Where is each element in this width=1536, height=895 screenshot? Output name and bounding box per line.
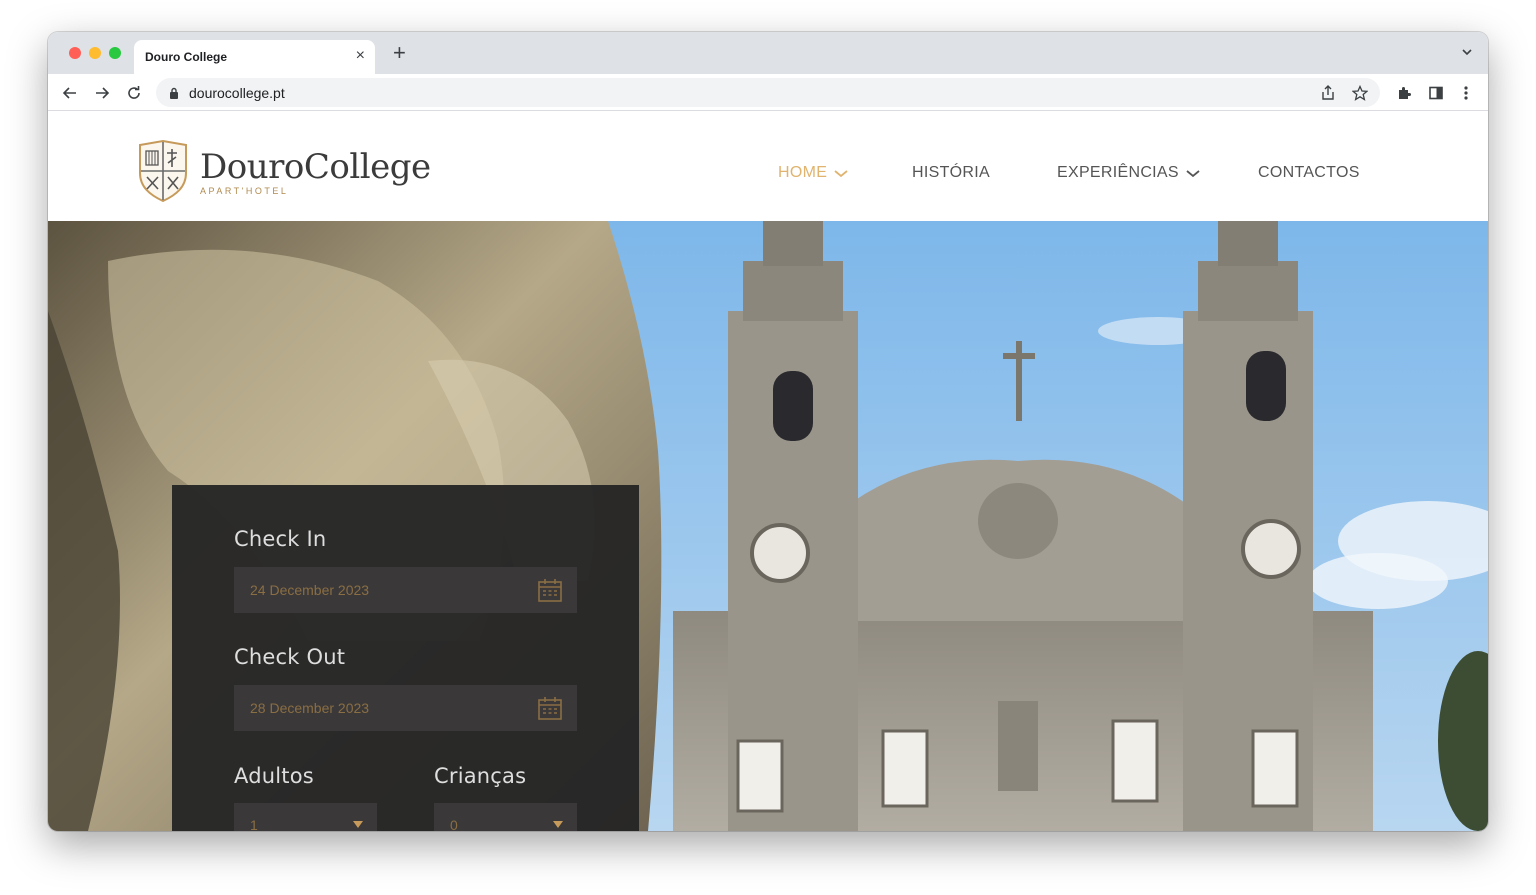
- zoom-window-button[interactable]: [109, 47, 121, 59]
- nav-historia-label: HISTÓRIA: [912, 164, 990, 181]
- extensions-puzzle-icon[interactable]: [1394, 83, 1414, 103]
- booking-form: Check In 24 December 2023 Check Out 28 D…: [172, 485, 639, 831]
- site-header: DouroCollege APART'HOTEL HOME HISTÓRIA E…: [48, 111, 1488, 221]
- back-arrow-icon[interactable]: [60, 83, 80, 103]
- nav-contactos-label: CONTACTOS: [1258, 164, 1360, 181]
- browser-window: Douro College × + dourocollege.pt DouroC…: [48, 32, 1488, 831]
- share-icon[interactable]: [1319, 84, 1337, 102]
- tab-strip: Douro College × +: [48, 32, 1488, 74]
- adults-label: Adultos: [234, 764, 314, 788]
- calendar-icon[interactable]: [537, 577, 563, 603]
- chevron-down-icon: [834, 170, 848, 178]
- check-out-value: 28 December 2023: [250, 700, 370, 716]
- kebab-menu-icon[interactable]: [1456, 83, 1476, 103]
- check-in-value: 24 December 2023: [250, 582, 370, 598]
- nav-contactos[interactable]: CONTACTOS: [1258, 164, 1360, 182]
- minimize-window-button[interactable]: [89, 47, 101, 59]
- logo-wordmark[interactable]: DouroCollege: [200, 147, 431, 187]
- check-in-label: Check In: [234, 527, 327, 551]
- browser-toolbar: dourocollege.pt: [48, 74, 1488, 111]
- caret-down-icon: [553, 821, 563, 829]
- close-window-button[interactable]: [69, 47, 81, 59]
- children-value: 0: [450, 817, 458, 831]
- forward-arrow-icon[interactable]: [92, 83, 112, 103]
- side-panel-icon[interactable]: [1426, 83, 1446, 103]
- chevron-down-icon: [1186, 170, 1200, 178]
- check-in-input[interactable]: 24 December 2023: [234, 567, 577, 613]
- nav-experiencias[interactable]: EXPERIÊNCIAS: [1057, 164, 1201, 182]
- caret-down-icon: [353, 821, 363, 829]
- tab-search-chevron-icon[interactable]: [1460, 45, 1474, 64]
- new-tab-button[interactable]: +: [393, 42, 406, 64]
- tab-close-icon[interactable]: ×: [356, 47, 365, 65]
- children-select[interactable]: 0: [434, 803, 577, 831]
- logo-crest-icon[interactable]: [136, 139, 190, 208]
- hero-banner: Check In 24 December 2023 Check Out 28 D…: [48, 221, 1488, 831]
- nav-experiencias-label: EXPERIÊNCIAS: [1057, 164, 1179, 181]
- nav-historia[interactable]: HISTÓRIA: [912, 164, 990, 182]
- logo-subtitle: APART'HOTEL: [200, 186, 289, 196]
- nav-home-label: HOME: [778, 164, 828, 181]
- adults-select[interactable]: 1: [234, 803, 377, 831]
- nav-home[interactable]: HOME: [778, 164, 849, 182]
- adults-value: 1: [250, 817, 258, 831]
- url-text[interactable]: dourocollege.pt: [189, 85, 285, 101]
- check-out-label: Check Out: [234, 645, 346, 669]
- check-out-input[interactable]: 28 December 2023: [234, 685, 577, 731]
- reload-icon[interactable]: [124, 83, 144, 103]
- children-label: Crianças: [434, 764, 527, 788]
- browser-tab[interactable]: Douro College ×: [134, 40, 375, 74]
- address-bar[interactable]: dourocollege.pt: [156, 78, 1380, 107]
- bookmark-star-icon[interactable]: [1351, 84, 1369, 102]
- tab-title: Douro College: [145, 50, 228, 64]
- lock-icon[interactable]: [169, 86, 179, 104]
- calendar-icon[interactable]: [537, 695, 563, 721]
